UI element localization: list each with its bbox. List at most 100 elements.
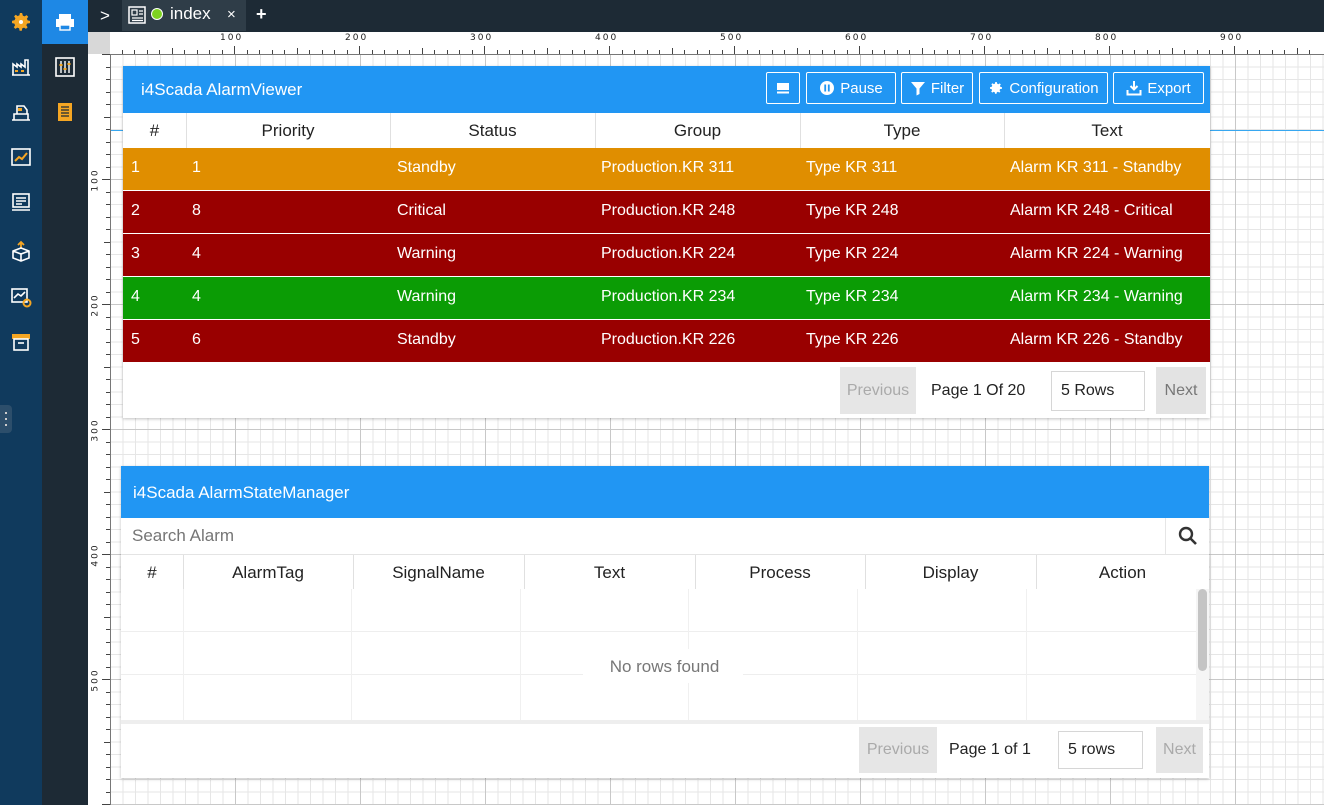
filter-button[interactable]: Filter — [901, 72, 973, 104]
cell-status: Standby — [397, 331, 456, 348]
column-header[interactable]: Display — [865, 563, 1036, 583]
table-row[interactable]: 3 4 Warning Production.KR 224 Type KR 22… — [123, 234, 1210, 277]
column-header[interactable]: SignalName — [353, 563, 524, 583]
tab-label: index — [170, 4, 211, 23]
rows-per-page-select[interactable]: 5 rows — [1058, 731, 1143, 769]
export-button[interactable]: Export — [1113, 72, 1204, 104]
ruler-label: 500 — [720, 33, 744, 43]
ruler-label: 200 — [345, 33, 369, 43]
pause-icon — [820, 81, 835, 95]
next-button[interactable]: Next — [1156, 727, 1203, 773]
search-button[interactable] — [1165, 518, 1209, 555]
table-row[interactable]: 1 1 Standby Production.KR 311 Type KR 31… — [123, 148, 1210, 191]
empty-message: No rows found — [609, 657, 720, 676]
cell-text: Alarm KR 224 - Warning — [1010, 245, 1183, 262]
table-row[interactable]: 5 6 Standby Production.KR 226 Type KR 22… — [123, 320, 1210, 363]
gear-icon — [990, 82, 1003, 94]
cell-priority: 4 — [192, 288, 201, 305]
ruler-label: 300 — [90, 418, 101, 442]
page-icon — [128, 6, 146, 24]
previous-button[interactable]: Previous — [840, 367, 916, 414]
document-list-icon[interactable] — [50, 97, 80, 127]
cell-num: 5 — [131, 331, 140, 348]
chart-settings-icon[interactable] — [6, 282, 36, 312]
table-row[interactable]: 2 8 Critical Production.KR 248 Type KR 2… — [123, 191, 1210, 234]
ruler-top: 100 200 300 400 500 600 700 800 900 — [110, 32, 1324, 55]
scrollbar-thumb[interactable] — [1198, 589, 1207, 671]
cell-num: 2 — [131, 202, 140, 219]
cell-num: 3 — [131, 245, 140, 262]
configuration-button[interactable]: Configuration — [979, 72, 1108, 104]
rows-per-page-select[interactable]: 5 Rows — [1051, 371, 1145, 411]
sidebar-handle[interactable] — [0, 405, 12, 433]
close-icon[interactable]: × — [227, 6, 236, 23]
ruler-label: 600 — [845, 33, 869, 43]
previous-button[interactable]: Previous — [859, 727, 937, 773]
filter-icon — [910, 82, 925, 96]
cell-group: Production.KR 311 — [601, 159, 735, 176]
alarm-state-manager-header: i4Scada AlarmStateManager — [121, 466, 1209, 518]
alarm-state-manager: i4Scada AlarmStateManager # AlarmTag Sig… — [121, 466, 1209, 778]
status-dot — [151, 8, 163, 20]
alarm-state-manager-title: i4Scada AlarmStateManager — [133, 483, 350, 502]
column-header[interactable]: # — [123, 121, 186, 141]
ruler-label: 300 — [470, 33, 494, 43]
ruler-label: 700 — [970, 33, 994, 43]
toggle-button[interactable] — [766, 72, 800, 104]
report-icon[interactable] — [6, 187, 36, 217]
next-button[interactable]: Next — [1156, 367, 1206, 414]
factory-icon[interactable] — [6, 52, 36, 82]
filter-label: Filter — [930, 79, 965, 97]
alarm-viewer-header-row: # Priority Status Group Type Text — [123, 113, 1210, 148]
cell-type: Type KR 248 — [806, 202, 899, 219]
gear-icon[interactable] — [6, 7, 36, 37]
sliders-icon[interactable] — [50, 52, 80, 82]
configuration-label: Configuration — [1009, 79, 1099, 97]
pause-button[interactable]: Pause — [806, 72, 896, 104]
cell-group: Production.KR 226 — [601, 331, 736, 348]
scrollbar-track[interactable] — [1196, 589, 1209, 720]
column-header[interactable]: Process — [695, 563, 865, 583]
ruler-label: 900 — [1220, 33, 1244, 43]
cell-priority: 6 — [192, 331, 201, 348]
column-header[interactable]: Text — [1004, 121, 1210, 141]
main-sidebar — [0, 0, 42, 805]
machine-icon[interactable] — [6, 97, 36, 127]
column-header[interactable]: Text — [524, 563, 695, 583]
column-header[interactable]: Priority — [186, 121, 390, 141]
search-icon — [1178, 526, 1197, 545]
ruler-label: 100 — [90, 168, 101, 192]
expand-arrow[interactable]: > — [96, 6, 114, 26]
column-header[interactable]: Status — [390, 121, 595, 141]
page-indicator: Page 1 of 1 — [949, 741, 1031, 758]
cell-group: Production.KR 234 — [601, 288, 736, 305]
asm-header-row: # AlarmTag SignalName Text Process Displ… — [121, 555, 1209, 589]
search-input[interactable] — [121, 518, 1165, 555]
asm-body: No rows found — [121, 589, 1196, 720]
pause-label: Pause — [840, 79, 883, 97]
cell-type: Type KR 224 — [806, 245, 899, 262]
cell-priority: 1 — [192, 159, 201, 176]
tab-index[interactable]: index × — [122, 0, 246, 31]
cell-group: Production.KR 248 — [601, 202, 736, 219]
column-header[interactable]: Group — [595, 121, 800, 141]
table-row[interactable]: 4 4 Warning Production.KR 234 Type KR 23… — [123, 277, 1210, 320]
trend-chart-icon[interactable] — [6, 142, 36, 172]
add-tab-button[interactable]: + — [256, 4, 267, 25]
column-header[interactable]: Action — [1036, 563, 1209, 583]
ruler-label: 800 — [1095, 33, 1119, 43]
cell-status: Critical — [397, 202, 446, 219]
package-upload-icon[interactable] — [6, 237, 36, 267]
cell-num: 4 — [131, 288, 140, 305]
column-header[interactable]: # — [121, 563, 183, 583]
ruler-label: 100 — [220, 33, 244, 43]
column-header[interactable]: AlarmTag — [183, 563, 353, 583]
cell-text: Alarm KR 248 - Critical — [1010, 202, 1173, 219]
printer-icon[interactable] — [50, 7, 80, 37]
archive-icon[interactable] — [6, 327, 36, 357]
panel-icon — [777, 83, 789, 94]
cell-priority: 4 — [192, 245, 201, 262]
ruler-left: 100 200 300 400 500 — [88, 54, 111, 805]
column-header[interactable]: Type — [800, 121, 1004, 141]
export-label: Export — [1147, 79, 1191, 97]
